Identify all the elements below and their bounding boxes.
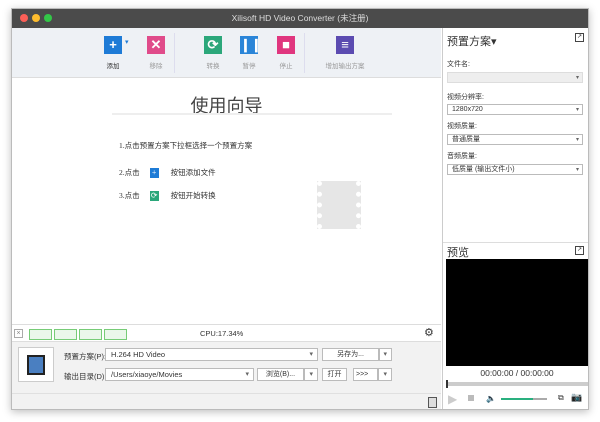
guide-step-3: 3.点击 ⟳ 按钮开始转换 bbox=[119, 190, 216, 201]
add-dropdown-icon[interactable]: ▾ bbox=[125, 38, 129, 46]
convert-button[interactable]: ⟳ 转换 bbox=[193, 36, 233, 70]
step-3-prefix: 3.点击 bbox=[119, 191, 140, 200]
preset-title: 预置方案 bbox=[447, 36, 491, 48]
preview-title: 预览 bbox=[447, 247, 469, 259]
expand-icon[interactable]: ↗ bbox=[575, 33, 584, 42]
add-file-icon: + bbox=[104, 36, 122, 54]
divider bbox=[174, 33, 175, 73]
add-profile-button[interactable]: ≡ 增加输出方案 bbox=[315, 36, 375, 70]
cpu-usage: CPU:17.34% bbox=[200, 329, 244, 338]
snapshot-folder-icon[interactable]: ⧉ bbox=[558, 393, 564, 403]
divider bbox=[304, 33, 305, 73]
file-name-input[interactable] bbox=[447, 72, 583, 83]
film-placeholder-icon bbox=[317, 181, 361, 229]
remove-icon: ✕ bbox=[147, 36, 165, 54]
status-bar: × CPU:17.34% ⚙ bbox=[12, 324, 441, 341]
window-title: Xilisoft HD Video Converter (未注册) bbox=[231, 13, 369, 23]
title-bar: Xilisoft HD Video Converter (未注册) bbox=[12, 9, 588, 28]
pause-button[interactable]: ❙❙ 暂停 bbox=[229, 36, 269, 70]
volume-slider[interactable] bbox=[501, 398, 547, 400]
video-quality-select[interactable]: 普通质量 bbox=[447, 134, 583, 145]
audio-quality-label: 音频质量: bbox=[447, 153, 477, 160]
stop-button[interactable]: ■ 停止 bbox=[266, 36, 306, 70]
progress-segment bbox=[29, 329, 52, 340]
pause-label: 暂停 bbox=[242, 63, 256, 70]
convert-label: 转换 bbox=[206, 63, 220, 70]
output-folder-select[interactable]: /Users/xiaoye/Movies bbox=[105, 368, 254, 381]
progress-segment bbox=[104, 329, 127, 340]
step-2-prefix: 2.点击 bbox=[119, 168, 140, 177]
open-button[interactable]: 打开 bbox=[322, 368, 347, 381]
divider bbox=[443, 242, 588, 243]
video-quality-label: 视频质量: bbox=[447, 123, 477, 130]
save-as-dropdown[interactable] bbox=[379, 348, 392, 361]
add-file-icon: + bbox=[149, 168, 159, 178]
minimize-window-button[interactable] bbox=[32, 14, 40, 22]
volume-icon[interactable]: 🔈 bbox=[486, 394, 496, 403]
playback-time: 00:00:00 / 00:00:00 bbox=[480, 368, 554, 378]
save-as-button[interactable]: 另存为... bbox=[322, 348, 379, 361]
add-label: 添加 bbox=[106, 63, 120, 70]
step-3-suffix: 按钮开始转换 bbox=[170, 191, 216, 200]
divider bbox=[112, 113, 392, 115]
browse-dropdown[interactable] bbox=[304, 368, 318, 381]
browse-button[interactable]: 浏览(B)... bbox=[257, 368, 304, 381]
hd-video-icon bbox=[18, 347, 54, 382]
document-icon: ≡ bbox=[336, 36, 354, 54]
preset-title-dropdown[interactable]: 预置方案▾ bbox=[447, 33, 497, 49]
guide-panel: 使用向导 1.点击预置方案下拉框选择一个预置方案 2.点击 + 按钮添加文件 3.点… bbox=[12, 78, 441, 324]
convert-icon: ⟳ bbox=[149, 191, 159, 201]
log-icon[interactable] bbox=[428, 397, 437, 408]
audio-quality-select[interactable]: 低质量 (输出文件小) bbox=[447, 164, 583, 175]
preview-screen bbox=[446, 259, 588, 366]
close-icon[interactable]: × bbox=[14, 329, 23, 338]
profile-label: 预置方案(P): bbox=[64, 352, 107, 361]
convert-icon: ⟳ bbox=[204, 36, 222, 54]
play-icon[interactable]: ▶ bbox=[448, 392, 457, 406]
resolution-select[interactable]: 1280x720 bbox=[447, 104, 583, 115]
profile-select[interactable]: H.264 HD Video bbox=[105, 348, 318, 361]
output-label: 输出目录(D): bbox=[64, 372, 107, 381]
pause-icon: ❙❙ bbox=[240, 36, 262, 54]
camera-icon[interactable]: 📷 bbox=[571, 392, 582, 403]
close-window-button[interactable] bbox=[20, 14, 28, 22]
toolbar: + 添加 ▾ ✕ 移除 ⟳ 转换 ❙❙ 暂停 ■ 停止 ≡ 增加输出方案 bbox=[12, 28, 441, 78]
app-window: Xilisoft HD Video Converter (未注册) + 添加 ▾ … bbox=[11, 8, 589, 410]
expand-icon[interactable]: ↗ bbox=[575, 246, 584, 255]
stop-label: 停止 bbox=[279, 63, 293, 70]
seek-handle[interactable] bbox=[446, 380, 448, 388]
progress-segment bbox=[54, 329, 77, 340]
guide-step-1: 1.点击预置方案下拉框选择一个预置方案 bbox=[119, 141, 253, 150]
step-2-suffix: 按钮添加文件 bbox=[170, 168, 216, 177]
transfer-dropdown[interactable] bbox=[378, 368, 392, 381]
transfer-to-device-button[interactable]: >>> bbox=[353, 368, 378, 381]
footer-bar bbox=[12, 393, 441, 409]
file-name-label: 文件名: bbox=[447, 61, 470, 68]
resolution-label: 视频分辨率: bbox=[447, 94, 484, 101]
remove-label: 移除 bbox=[149, 63, 163, 70]
add-profile-label: 增加输出方案 bbox=[325, 63, 365, 70]
profile-panel: 预置方案▾ ↗ 文件名: 视频分辨率: 1280x720 视频质量: 普通质量 … bbox=[442, 28, 588, 409]
output-settings: 预置方案(P): H.264 HD Video 另存为... 输出目录(D): … bbox=[12, 341, 441, 393]
stop-icon[interactable] bbox=[468, 395, 474, 401]
seek-bar[interactable] bbox=[446, 380, 588, 388]
gear-icon[interactable]: ⚙ bbox=[424, 326, 434, 339]
zoom-window-button[interactable] bbox=[44, 14, 52, 22]
guide-step-2: 2.点击 + 按钮添加文件 bbox=[119, 167, 216, 178]
remove-button[interactable]: ✕ 移除 bbox=[136, 36, 176, 70]
progress-segment bbox=[79, 329, 102, 340]
stop-icon: ■ bbox=[277, 36, 295, 54]
